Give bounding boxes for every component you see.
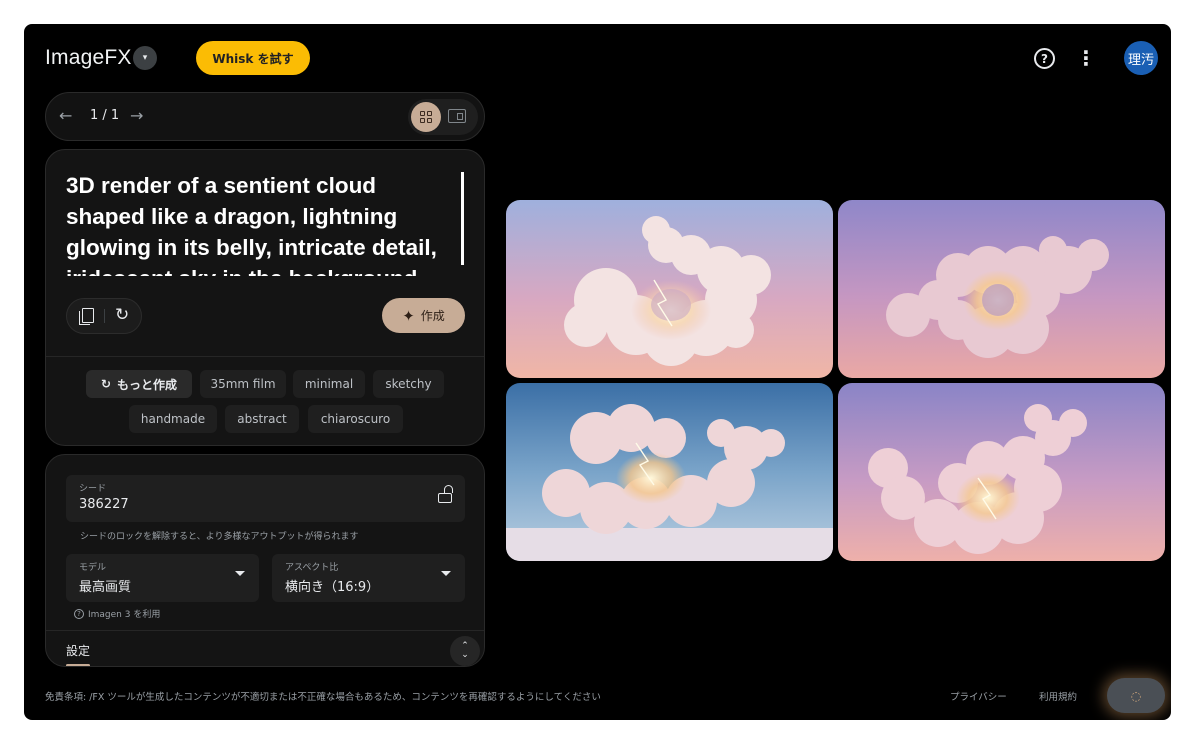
chip-sketchy[interactable]: sketchy — [373, 370, 444, 398]
generated-image-1[interactable] — [506, 200, 833, 378]
loading-icon: ◌ — [1130, 688, 1142, 703]
seed-value: 386227 — [79, 497, 129, 512]
generated-image-2[interactable] — [838, 200, 1165, 378]
help-icon[interactable]: ? — [1034, 48, 1055, 69]
chips-divider — [46, 356, 484, 357]
grid-view-icon[interactable] — [411, 102, 441, 132]
disclaimer-text: 免責条項: /FX ツールが生成したコンテンツが不適切または不正確な場合もあるた… — [45, 692, 601, 703]
sparkle-icon: ✦ — [402, 306, 415, 325]
page-count: 1 / 1 — [90, 108, 120, 123]
settings-card: シード 386227 シードのロックを解除すると、より多様なアウトプットが得られ… — [45, 454, 485, 667]
tool-separator — [104, 309, 105, 323]
imagen-note-text: Imagen 3 を利用 — [88, 610, 161, 620]
chip-chiaroscuro[interactable]: chiaroscuro — [308, 405, 403, 433]
seed-hint: シードのロックを解除すると、より多様なアウトプットが得られます — [80, 532, 359, 542]
collapse-down-glyph: ⌄ — [461, 650, 469, 660]
chip-minimal[interactable]: minimal — [293, 370, 365, 398]
model-label: モデル — [79, 563, 107, 573]
app-window: ImageFX ▾ Whisk を試す ? ⋮ 理汚 ← 1 / 1 → 3D … — [24, 24, 1171, 720]
model-value: 最高画質 — [79, 580, 132, 595]
tab-underline — [66, 664, 90, 666]
refresh-icon: ↻ — [100, 377, 112, 391]
seed-field[interactable]: シード 386227 — [66, 475, 465, 522]
seed-label: シード — [79, 484, 107, 494]
prev-page-arrow-icon[interactable]: ← — [59, 106, 72, 125]
aspect-dropdown-icon — [441, 571, 451, 576]
next-page-arrow-icon[interactable]: → — [130, 106, 143, 125]
terms-link[interactable]: 利用規約 — [1039, 689, 1077, 703]
aspect-value: 横向き（16:9） — [285, 580, 380, 595]
view-mode-toggle — [408, 99, 478, 135]
collapse-toggle-icon[interactable]: ⌃ ⌄ — [450, 636, 480, 666]
tab-settings[interactable]: 設定 — [66, 642, 90, 659]
reset-icon[interactable]: ↻ — [115, 305, 129, 325]
app-switcher-chevron-icon[interactable]: ▾ — [133, 46, 157, 70]
try-whisk-button[interactable]: Whisk を試す — [196, 41, 310, 75]
imagen-note: ? Imagen 3 を利用 — [74, 607, 160, 620]
aspect-ratio-select[interactable]: アスペクト比 横向き（16:9） — [272, 554, 465, 602]
prompt-textarea[interactable]: 3D render of a sentient cloud shaped lik… — [66, 170, 461, 276]
more-create-chip[interactable]: ↻ もっと作成 — [86, 370, 192, 398]
floating-action-button[interactable]: ◌ — [1107, 678, 1165, 713]
chip-handmade[interactable]: handmade — [129, 405, 217, 433]
prompt-tools: ↻ — [66, 298, 142, 334]
app-logo: ImageFX — [45, 46, 132, 69]
unlock-icon[interactable] — [438, 485, 453, 503]
privacy-link[interactable]: プライバシー — [950, 689, 1007, 703]
pager-bar: ← 1 / 1 → — [45, 92, 485, 141]
generated-image-3[interactable] — [506, 383, 833, 561]
info-icon[interactable]: ? — [74, 608, 84, 619]
chip-35mm-film[interactable]: 35mm film — [200, 370, 286, 398]
create-button[interactable]: ✦ 作成 — [382, 298, 465, 333]
more-options-icon[interactable]: ⋮ — [1076, 46, 1096, 70]
single-view-icon[interactable] — [448, 109, 466, 123]
more-create-label: もっと作成 — [117, 377, 178, 392]
generated-image-4[interactable] — [838, 383, 1165, 561]
prompt-card: 3D render of a sentient cloud shaped lik… — [45, 149, 485, 446]
text-cursor — [461, 172, 464, 265]
settings-divider — [46, 630, 484, 631]
chip-abstract[interactable]: abstract — [225, 405, 299, 433]
create-button-label: 作成 — [420, 309, 445, 323]
model-select[interactable]: モデル 最高画質 — [66, 554, 259, 602]
aspect-label: アスペクト比 — [285, 563, 339, 573]
model-dropdown-icon — [235, 571, 245, 576]
copy-icon[interactable] — [79, 308, 94, 325]
user-avatar[interactable]: 理汚 — [1124, 41, 1158, 75]
